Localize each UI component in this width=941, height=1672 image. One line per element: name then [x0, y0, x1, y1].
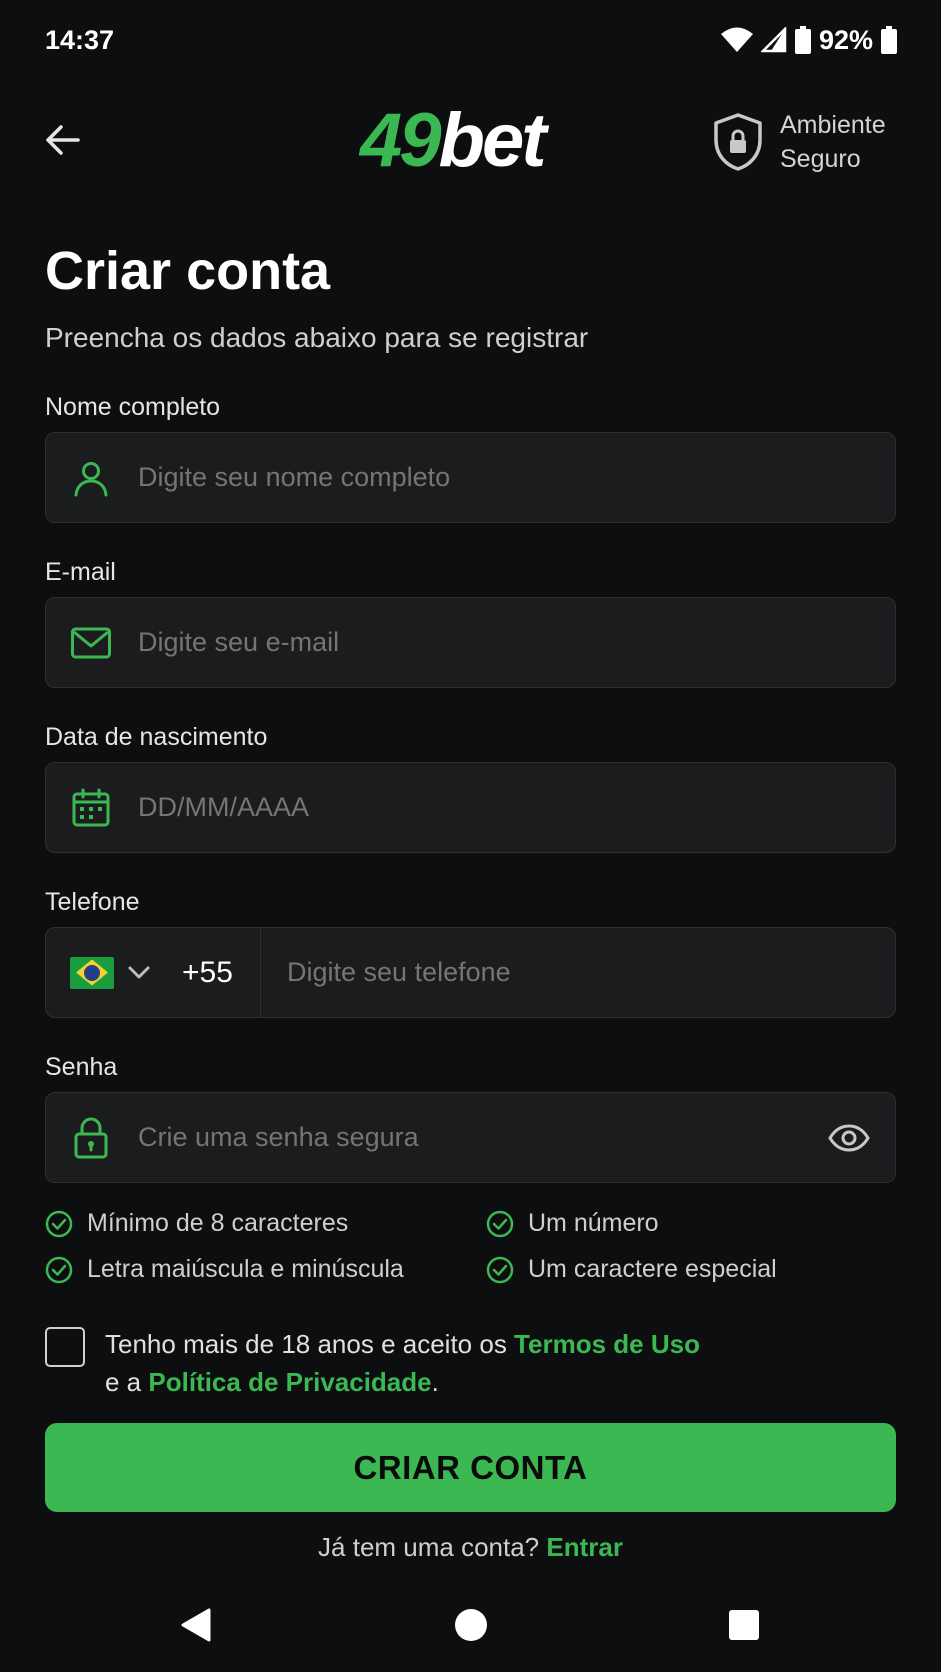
login-link[interactable]: Entrar — [546, 1532, 623, 1562]
chevron-down-icon — [128, 966, 150, 978]
logo-number: 49 — [360, 97, 442, 183]
password-label: Senha — [45, 1053, 118, 1081]
requirement-item: Letra maiúscula e minúscula — [45, 1255, 404, 1284]
logo-word: bet — [438, 97, 547, 183]
terms-checkbox[interactable] — [45, 1327, 85, 1367]
wifi-icon — [720, 27, 753, 52]
terms-text-part: . — [431, 1367, 439, 1397]
lock-icon — [68, 1115, 114, 1161]
signal-icon — [760, 27, 787, 53]
name-field[interactable] — [45, 432, 896, 523]
email-label: E-mail — [45, 558, 116, 586]
birthdate-field[interactable] — [45, 762, 896, 853]
secure-line-2: Seguro — [780, 145, 861, 173]
check-circle-icon — [486, 1210, 514, 1237]
requirement-text: Mínimo de 8 caracteres — [87, 1209, 349, 1237]
check-circle-icon — [45, 1210, 73, 1237]
name-label: Nome completo — [45, 393, 221, 421]
secure-environment-badge: Ambiente Seguro — [712, 108, 886, 176]
password-input[interactable] — [138, 1122, 827, 1153]
password-field[interactable] — [45, 1092, 896, 1183]
status-icons: 92% — [720, 24, 897, 56]
battery-icon — [881, 26, 897, 54]
check-circle-icon — [486, 1256, 514, 1283]
status-time: 14:37 — [45, 24, 115, 55]
mail-icon — [68, 620, 114, 666]
country-code-value: +55 — [182, 955, 233, 989]
secure-line-1: Ambiente — [780, 111, 886, 139]
requirement-item: Um número — [486, 1209, 659, 1238]
privacy-policy-link[interactable]: Política de Privacidade — [148, 1367, 431, 1397]
eye-icon — [828, 1123, 870, 1152]
brand-logo: 49 bet — [360, 98, 547, 183]
terms-consent: Tenho mais de 18 anos e aceito os Termos… — [45, 1325, 700, 1401]
circle-home-icon — [455, 1609, 487, 1641]
battery-percent: 92% — [818, 24, 873, 55]
phone-label: Telefone — [45, 888, 140, 916]
terms-text-part: Tenho mais de 18 anos e aceito os — [105, 1329, 515, 1359]
page-subtitle: Preencha os dados abaixo para se registr… — [45, 322, 589, 353]
terms-text-part: e a — [105, 1367, 149, 1397]
email-field[interactable] — [45, 597, 896, 688]
square-recents-icon — [729, 1610, 759, 1640]
calendar-icon — [68, 785, 114, 831]
system-navigation-bar — [0, 1595, 941, 1655]
terms-text: Tenho mais de 18 anos e aceito os Termos… — [105, 1325, 700, 1401]
phone-input[interactable] — [287, 957, 895, 988]
back-button[interactable] — [40, 117, 86, 163]
login-prompt-text: Já tem uma conta? — [318, 1532, 547, 1562]
email-input[interactable] — [138, 627, 895, 658]
requirement-text: Letra maiúscula e minúscula — [87, 1255, 404, 1283]
toggle-password-visibility-button[interactable] — [827, 1116, 871, 1160]
nav-home-button[interactable] — [441, 1595, 501, 1655]
status-bar: 14:37 92% — [0, 0, 941, 80]
check-circle-icon — [45, 1256, 73, 1283]
requirement-text: Um caractere especial — [528, 1255, 777, 1283]
login-prompt: Já tem uma conta? Entrar — [0, 1532, 941, 1563]
shield-lock-icon — [714, 113, 762, 171]
requirement-text: Um número — [528, 1209, 659, 1237]
requirement-item: Mínimo de 8 caracteres — [45, 1209, 348, 1238]
phone-field: +55 — [45, 927, 896, 1018]
birthdate-input[interactable] — [138, 792, 895, 823]
terms-of-use-link[interactable]: Termos de Uso — [514, 1329, 700, 1359]
create-account-button[interactable]: CRIAR CONTA — [45, 1423, 896, 1512]
name-input[interactable] — [138, 462, 895, 493]
app-header: 49 bet Ambiente Seguro — [0, 98, 941, 183]
brazil-flag-icon — [70, 956, 114, 989]
battery-icon — [794, 26, 811, 54]
nav-recents-button[interactable] — [714, 1595, 774, 1655]
birthdate-label: Data de nascimento — [45, 723, 268, 751]
user-icon — [68, 455, 114, 501]
triangle-back-icon — [181, 1608, 211, 1642]
country-code-select[interactable]: +55 — [46, 928, 261, 1017]
arrow-left-icon — [46, 125, 80, 155]
nav-back-button[interactable] — [166, 1595, 226, 1655]
requirement-item: Um caractere especial — [486, 1255, 777, 1284]
page-title: Criar conta — [45, 241, 331, 301]
